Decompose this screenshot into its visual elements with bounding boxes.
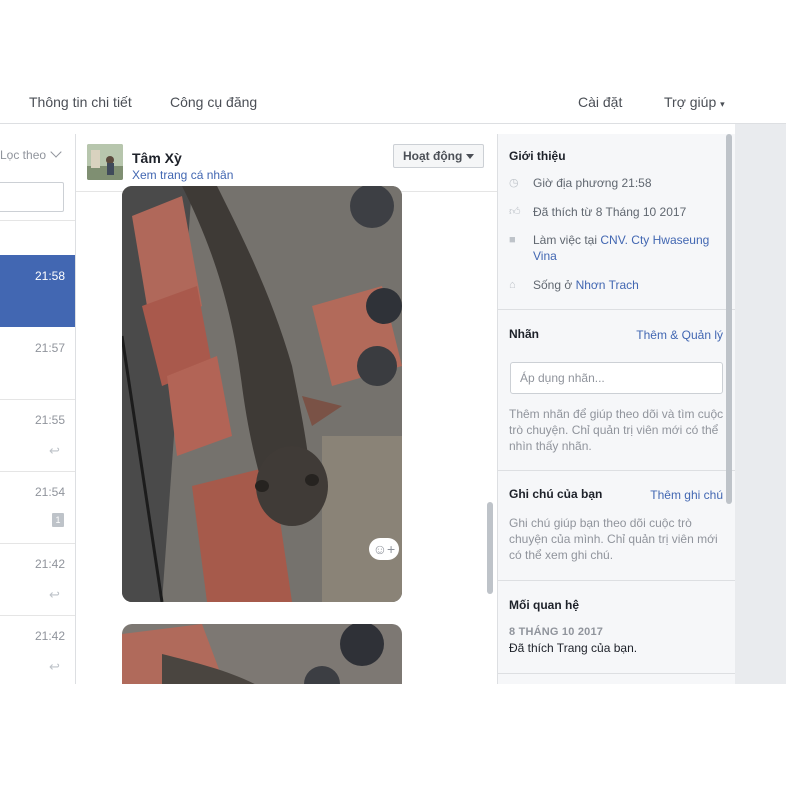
nav-settings[interactable]: Cài đặt bbox=[578, 94, 622, 110]
label-input[interactable]: Áp dụng nhãn... bbox=[510, 362, 723, 394]
add-reaction-button[interactable]: ☺+ bbox=[369, 538, 399, 560]
thread-time: 21:54 bbox=[34, 485, 65, 499]
thread-time: 21:42 bbox=[34, 557, 65, 571]
info-panel: Giới thiệu ◷ Giờ địa phương 21:58 👍︎ Đã … bbox=[497, 134, 735, 684]
view-profile-link[interactable]: Xem trang cá nhân bbox=[132, 168, 233, 182]
thread-item[interactable]: 21:58 bbox=[0, 255, 75, 327]
thread-item[interactable]: 21:55 ↩ bbox=[0, 399, 75, 471]
local-time-text: Giờ địa phương 21:58 bbox=[533, 176, 652, 190]
intro-section: Giới thiệu ◷ Giờ địa phương 21:58 👍︎ Đã … bbox=[498, 134, 735, 310]
thread-item[interactable]: 21:42 ↩ bbox=[0, 543, 75, 615]
info-panel-scrollbar[interactable] bbox=[726, 134, 732, 504]
inbox-app: Lọc theo 21:58 21:57 21:55 ↩ 21:54 1 21:… bbox=[0, 124, 786, 684]
labels-hint: Thêm nhãn để giúp theo dõi và tìm cuộc t… bbox=[509, 407, 724, 453]
caret-down-icon: ▾ bbox=[720, 99, 725, 109]
relationship-event: Đã thích Trang của bạn. bbox=[509, 641, 638, 655]
status-label: Hoạt động bbox=[403, 149, 463, 163]
thread-list: Lọc theo 21:58 21:57 21:55 ↩ 21:54 1 21:… bbox=[0, 134, 76, 684]
add-manage-labels-link[interactable]: Thêm & Quản lý bbox=[636, 328, 723, 342]
status-dropdown-button[interactable]: Hoạt động bbox=[393, 144, 484, 168]
reply-icon: ↩ bbox=[49, 587, 60, 602]
top-nav: Thông tin chi tiết Công cụ đăng Cài đặt … bbox=[0, 84, 786, 124]
lives-row: ⌂ Sống ở Nhơn Trach bbox=[509, 277, 639, 293]
notes-section: Ghi chú của bạn Thêm ghi chú Ghi chú giú… bbox=[498, 471, 735, 581]
liked-row: 👍︎ Đã thích từ 8 Tháng 10 2017 bbox=[509, 204, 686, 220]
caret-down-icon bbox=[466, 154, 474, 159]
relationship-date: 8 THÁNG 10 2017 bbox=[509, 626, 604, 638]
nav-help[interactable]: Trợ giúp ▾ bbox=[664, 94, 725, 110]
conversation-header: Tâm Xỳ Xem trang cá nhân Hoạt động bbox=[76, 134, 497, 192]
filter-dropdown[interactable]: Lọc theo bbox=[0, 146, 62, 162]
nav-details[interactable]: Thông tin chi tiết bbox=[29, 94, 132, 110]
fish-photo-image bbox=[122, 186, 402, 602]
work-row: ■ Làm việc tại CNV. Cty Hwaseung Vina bbox=[509, 232, 729, 264]
notes-hint: Ghi chú giúp bạn theo dõi cuộc trò chuyệ… bbox=[509, 516, 718, 562]
thread-time: 21:42 bbox=[34, 629, 65, 643]
nav-publishing-tools[interactable]: Công cụ đăng bbox=[170, 94, 257, 110]
filter-label: Lọc theo bbox=[0, 148, 47, 162]
avatar-image bbox=[87, 144, 123, 180]
local-time-row: ◷ Giờ địa phương 21:58 bbox=[509, 175, 652, 191]
search-input[interactable] bbox=[0, 182, 64, 212]
screenshot-frame: Thông tin chi tiết Công cụ đăng Cài đặt … bbox=[0, 0, 786, 786]
home-icon: ⌂ bbox=[509, 279, 516, 291]
divider bbox=[0, 220, 75, 221]
reply-icon: ↩ bbox=[49, 659, 60, 674]
work-prefix: Làm việc tại bbox=[533, 233, 598, 247]
thread-time: 21:55 bbox=[34, 413, 65, 427]
thumbs-up-icon: 👍︎ bbox=[509, 206, 521, 218]
avatar[interactable] bbox=[87, 144, 123, 180]
thread-time: 21:57 bbox=[34, 341, 65, 355]
thread-item[interactable]: 21:54 1 bbox=[0, 471, 75, 543]
relationship-title: Mối quan hệ bbox=[509, 598, 579, 612]
nav-help-label: Trợ giúp bbox=[664, 94, 717, 110]
smiley-plus-icon: ☺+ bbox=[372, 541, 396, 557]
chevron-down-icon bbox=[50, 146, 62, 158]
conversation-pane: Tâm Xỳ Xem trang cá nhân Hoạt động ☺+ bbox=[76, 134, 497, 684]
liked-text: Đã thích từ 8 Tháng 10 2017 bbox=[533, 205, 687, 219]
labels-section: Nhãn Thêm & Quản lý Áp dụng nhãn... Thêm… bbox=[498, 310, 735, 471]
page-background bbox=[735, 124, 786, 684]
thread-item[interactable]: 21:42 ↩ bbox=[0, 615, 75, 684]
thread-time: 21:58 bbox=[34, 269, 65, 283]
labels-title: Nhãn bbox=[509, 327, 539, 341]
lives-prefix: Sống ở bbox=[533, 278, 573, 292]
lives-place-link[interactable]: Nhơn Trach bbox=[576, 278, 639, 292]
contact-name: Tâm Xỳ bbox=[132, 150, 182, 166]
reply-icon: ↩ bbox=[49, 443, 60, 458]
briefcase-icon: ■ bbox=[509, 234, 516, 246]
label-input-placeholder: Áp dụng nhãn... bbox=[520, 371, 605, 385]
unread-count-badge: 1 bbox=[52, 513, 64, 527]
relationship-section: Mối quan hệ 8 THÁNG 10 2017 Đã thích Tra… bbox=[498, 581, 735, 674]
add-note-link[interactable]: Thêm ghi chú bbox=[650, 488, 723, 502]
fish-photo-image bbox=[122, 624, 402, 684]
conversation-scrollbar[interactable] bbox=[487, 502, 493, 594]
notes-title: Ghi chú của bạn bbox=[509, 487, 603, 501]
message-photo[interactable] bbox=[122, 186, 402, 602]
message-photo[interactable] bbox=[122, 624, 402, 684]
thread-item[interactable]: 21:57 bbox=[0, 327, 75, 399]
intro-title: Giới thiệu bbox=[509, 149, 566, 163]
clock-icon: ◷ bbox=[509, 177, 519, 189]
